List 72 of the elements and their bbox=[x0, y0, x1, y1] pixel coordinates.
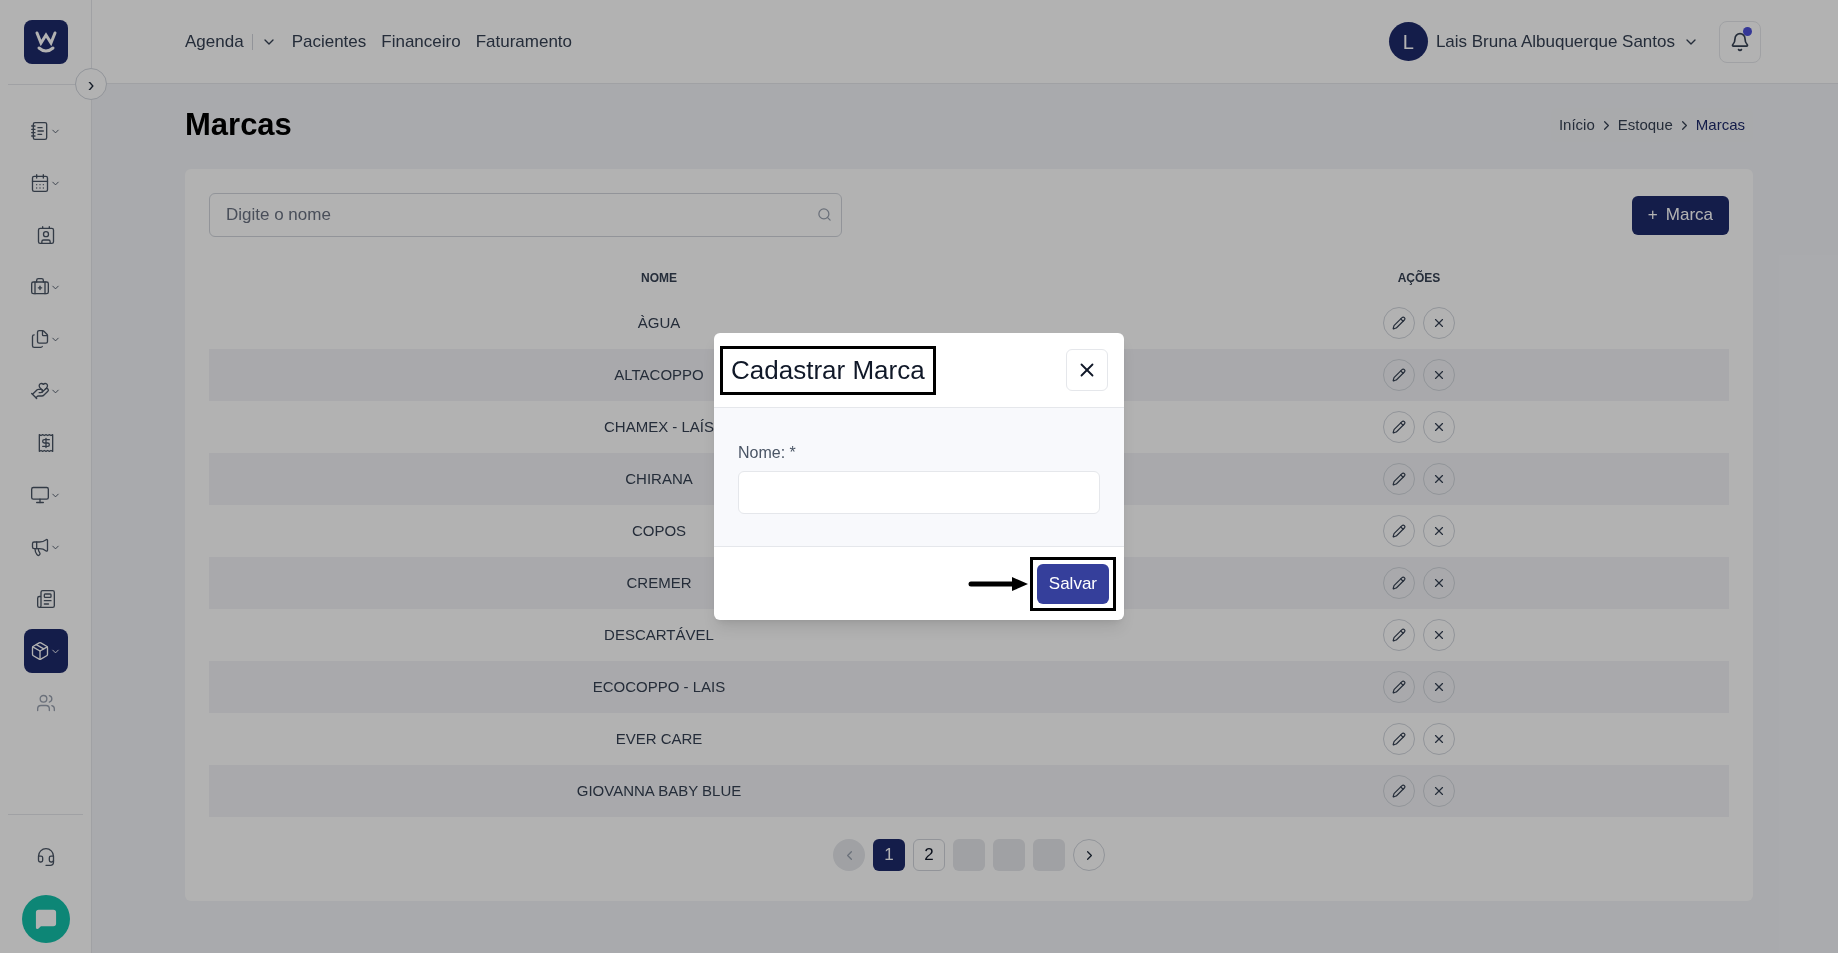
pencil-icon bbox=[1392, 576, 1406, 590]
close-icon bbox=[1432, 576, 1446, 590]
pencil-icon bbox=[1392, 368, 1406, 382]
close-icon bbox=[1432, 316, 1446, 330]
breadcrumb-link[interactable]: Estoque bbox=[1617, 113, 1673, 137]
pencil-icon bbox=[1392, 784, 1406, 798]
close-icon bbox=[1432, 368, 1446, 382]
pencil-icon bbox=[1392, 316, 1406, 330]
table-cell-text: COPOS bbox=[631, 520, 687, 541]
notebook-icon bbox=[30, 121, 50, 141]
nav-link[interactable]: Agenda bbox=[185, 28, 277, 55]
medical-kit-icon bbox=[30, 277, 50, 297]
breadcrumb-link[interactable]: Início bbox=[1558, 113, 1595, 137]
users-icon bbox=[35, 693, 56, 713]
package-icon bbox=[30, 641, 50, 661]
newspaper-icon bbox=[35, 589, 56, 609]
close-icon bbox=[1432, 784, 1446, 798]
name-input[interactable] bbox=[738, 471, 1100, 514]
page-button[interactable]: 1 bbox=[873, 839, 905, 871]
contact-card-icon bbox=[35, 225, 56, 245]
field-label: Nome: * bbox=[738, 443, 797, 463]
pencil-icon bbox=[1392, 472, 1406, 486]
monitor-icon bbox=[30, 485, 50, 505]
nav-link[interactable]: Pacientes bbox=[291, 28, 367, 55]
nav-link[interactable]: Financeiro bbox=[381, 28, 461, 55]
close-button[interactable] bbox=[1066, 349, 1108, 391]
table-cell-text: CREMER bbox=[626, 572, 692, 593]
megaphone-icon bbox=[30, 537, 50, 557]
notifications-button[interactable] bbox=[1719, 20, 1761, 63]
table-cell-text: DESCARTÁVEL bbox=[604, 624, 714, 645]
table-cell-text: ÀGUA bbox=[637, 312, 681, 333]
sidebar-item[interactable] bbox=[23, 629, 68, 673]
add-brand-button[interactable]: + Marca bbox=[1631, 195, 1729, 235]
table-cell-text: CHIRANA bbox=[625, 468, 693, 489]
bell-icon bbox=[1730, 31, 1750, 52]
pencil-icon bbox=[1392, 524, 1406, 538]
page-button[interactable]: 2 bbox=[913, 839, 945, 871]
nav-link[interactable]: Faturamento bbox=[475, 28, 573, 55]
pencil-icon bbox=[1392, 420, 1406, 434]
plus-icon: + bbox=[1647, 202, 1658, 228]
user-menu[interactable]: L Lais Bruna Albuquerque Santos bbox=[1388, 22, 1699, 61]
chat-bubble-icon bbox=[34, 908, 57, 930]
logo-icon[interactable] bbox=[23, 20, 68, 64]
table-cell-text: GIOVANNA BABY BLUE bbox=[576, 780, 742, 801]
table-cell-text: EVER CARE bbox=[615, 728, 703, 749]
close-icon bbox=[1432, 524, 1446, 538]
table-cell-text: CHAMEX - LAÍS bbox=[604, 416, 714, 437]
close-icon bbox=[1432, 628, 1446, 642]
close-icon bbox=[1432, 732, 1446, 746]
search-field[interactable]: Digite o nome bbox=[209, 193, 842, 237]
page-title: Marcas bbox=[185, 105, 292, 144]
headset-icon bbox=[35, 847, 56, 867]
close-icon bbox=[1432, 680, 1446, 694]
table-cell-text: ECOCOPPO - LAIS bbox=[592, 676, 726, 697]
user-name: Lais Bruna Albuquerque Santos bbox=[1435, 30, 1675, 53]
calendar-icon bbox=[30, 173, 50, 193]
table-cell-text: ALTACOPPO bbox=[614, 364, 704, 385]
pencil-icon bbox=[1392, 680, 1406, 694]
collapse-button[interactable]: › bbox=[75, 68, 107, 100]
search-icon bbox=[817, 207, 832, 222]
documents-icon bbox=[30, 329, 50, 349]
modal-title: Cadastrar Marca bbox=[720, 345, 936, 395]
column-header: AÇÕES bbox=[1397, 269, 1441, 287]
close-icon bbox=[1432, 472, 1446, 486]
user-avatar: L bbox=[1388, 22, 1428, 61]
hand-heart-icon bbox=[30, 381, 50, 401]
save-button[interactable]: Salvar bbox=[1036, 563, 1109, 604]
breadcrumb-link[interactable]: Marcas bbox=[1695, 113, 1745, 137]
close-icon bbox=[1432, 420, 1446, 434]
column-header: NOME bbox=[641, 270, 677, 287]
pencil-icon bbox=[1392, 628, 1406, 642]
pencil-icon bbox=[1392, 732, 1406, 746]
